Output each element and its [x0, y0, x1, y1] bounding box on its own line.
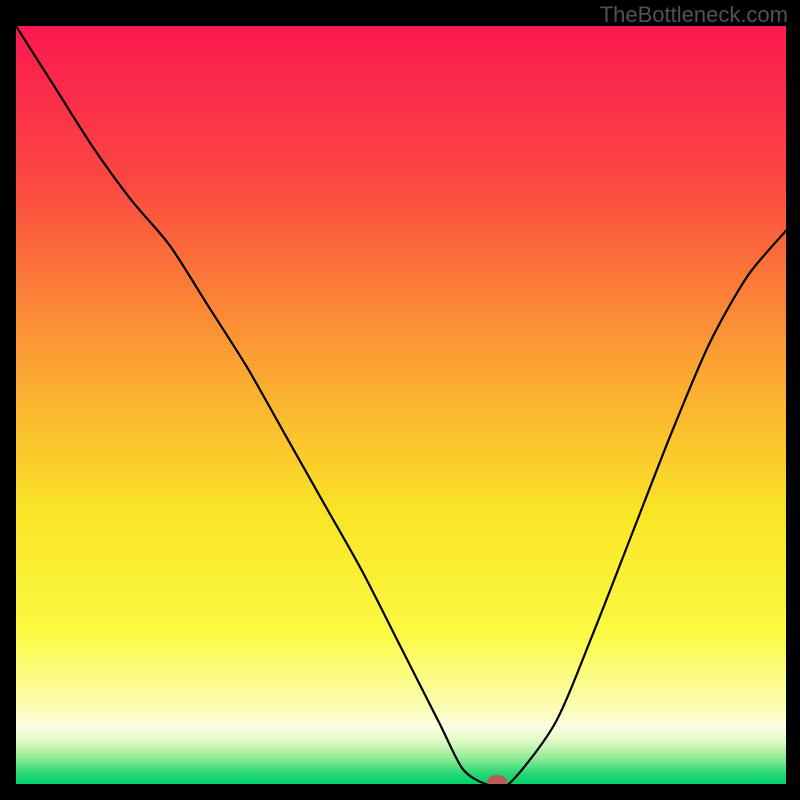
- app-root: TheBottleneck.com: [0, 0, 800, 800]
- bottleneck-chart: [16, 26, 786, 784]
- chart-frame: [16, 26, 786, 784]
- chart-background: [16, 26, 786, 784]
- attribution-text: TheBottleneck.com: [600, 2, 788, 28]
